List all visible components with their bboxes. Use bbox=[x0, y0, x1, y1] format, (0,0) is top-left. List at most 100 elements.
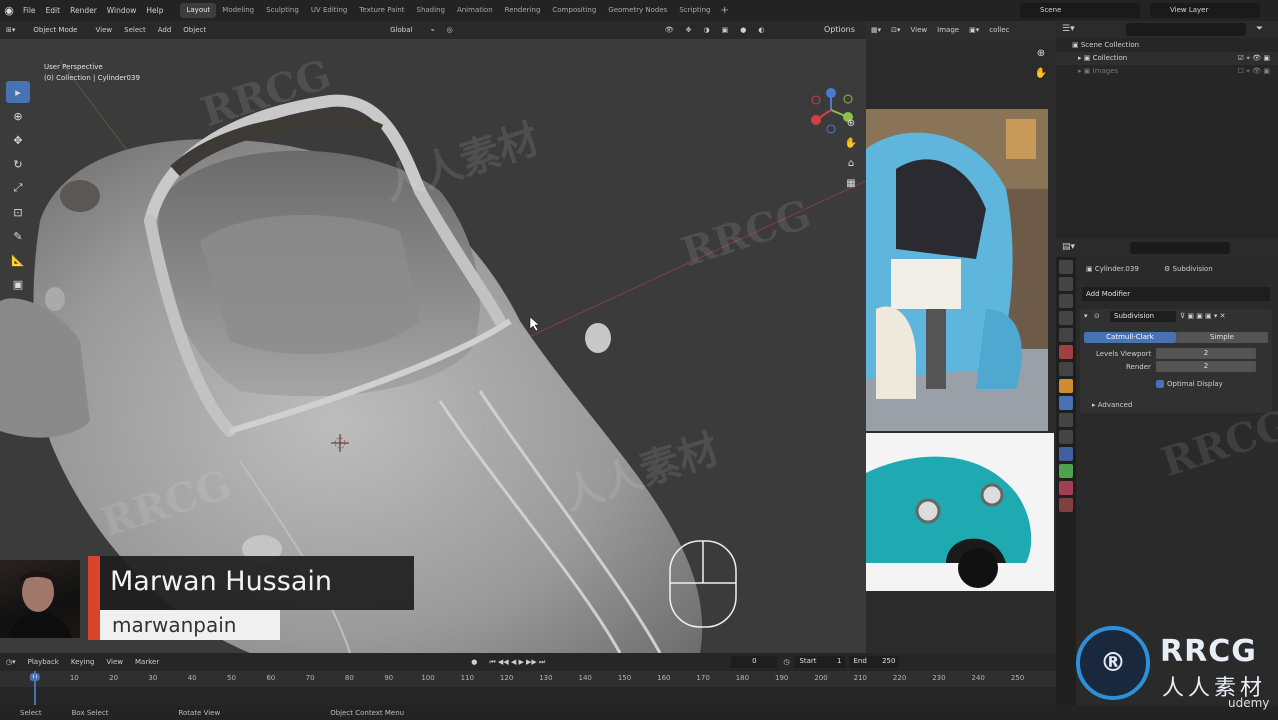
data-tab-icon[interactable] bbox=[1059, 464, 1073, 478]
image-editor-type-icon[interactable]: ▦▾ bbox=[866, 26, 886, 34]
rotate-tool-icon[interactable]: ↻ bbox=[6, 153, 30, 175]
image-pan-icon[interactable]: ✋ bbox=[1034, 67, 1048, 81]
constraints-tab-icon[interactable] bbox=[1059, 447, 1073, 461]
modifier-name-input[interactable]: Subdivision bbox=[1110, 311, 1176, 322]
material-tab-icon[interactable] bbox=[1059, 481, 1073, 495]
transform-tool-icon[interactable]: ⊡ bbox=[6, 201, 30, 223]
timeline-keyframe-area[interactable] bbox=[0, 687, 1056, 705]
vp-menu-object[interactable]: Object bbox=[177, 26, 212, 34]
clock-icon[interactable]: ◷ bbox=[777, 658, 795, 666]
menu-window[interactable]: Window bbox=[102, 6, 142, 15]
vp-menu-select[interactable]: Select bbox=[118, 26, 152, 34]
cursor-tool-icon[interactable]: ⊕ bbox=[6, 105, 30, 127]
timeline-type-icon[interactable]: ◷▾ bbox=[0, 658, 22, 666]
tab-layout[interactable]: Layout bbox=[180, 3, 217, 18]
playback-controls[interactable]: ⏮ ◀◀ ◀ ▶ ▶▶ ⏭ bbox=[483, 658, 551, 667]
tl-menu-keying[interactable]: Keying bbox=[65, 658, 101, 666]
outliner-row[interactable]: ▣ Scene Collection bbox=[1056, 39, 1278, 52]
outliner[interactable]: ☰▾ ⏷ ▣ Scene Collection ▸ ▣ Collection ☑… bbox=[1056, 21, 1278, 239]
modifier-display-toggles[interactable]: ⊽ ▣ ▣ ▣ ▾ ✕ bbox=[1180, 312, 1225, 320]
visibility-toggle-icon[interactable]: ☐ ⌖ 👁 ▣ bbox=[1238, 65, 1270, 78]
collection-tab-icon[interactable] bbox=[1059, 362, 1073, 376]
start-frame-field[interactable]: Start 1 bbox=[795, 656, 846, 668]
options-button[interactable]: Options bbox=[818, 24, 861, 35]
annotate-tool-icon[interactable]: ✎ bbox=[6, 225, 30, 247]
tab-modeling[interactable]: Modeling bbox=[216, 3, 260, 18]
editor-type-icon[interactable]: ⊞▾ bbox=[0, 26, 21, 34]
object-tab-icon[interactable] bbox=[1059, 379, 1073, 393]
checkbox-checked-icon[interactable] bbox=[1156, 380, 1164, 388]
image-mode-icon[interactable]: ⊡▾ bbox=[886, 26, 905, 34]
simple-button[interactable]: Simple bbox=[1176, 332, 1268, 343]
output-tab-icon[interactable] bbox=[1059, 294, 1073, 308]
scale-tool-icon[interactable]: ⤢ bbox=[6, 177, 30, 199]
tab-texture-paint[interactable]: Texture Paint bbox=[353, 3, 410, 18]
image-editor[interactable]: ▦▾ ⊡▾ View Image ▣▾ collec ⊕ ✋ bbox=[866, 21, 1056, 653]
tab-shading[interactable]: Shading bbox=[411, 3, 451, 18]
add-modifier-button[interactable]: Add Modifier bbox=[1082, 287, 1270, 301]
outliner-row[interactable]: ▸ ▣ Collection ☑ ⌖ 👁 ▣ bbox=[1056, 52, 1278, 65]
particles-tab-icon[interactable] bbox=[1059, 413, 1073, 427]
vp-menu-view[interactable]: View bbox=[90, 26, 119, 34]
catmull-clark-button[interactable]: Catmull-Clark bbox=[1084, 332, 1176, 343]
image-name-field[interactable]: collec bbox=[984, 26, 1014, 34]
add-cube-tool-icon[interactable]: ▣ bbox=[6, 273, 30, 295]
menu-file[interactable]: File bbox=[18, 6, 41, 15]
zoom-icon[interactable]: ⊕ bbox=[844, 117, 858, 131]
vp-menu-add[interactable]: Add bbox=[152, 26, 178, 34]
gizmo-toggle-icon[interactable]: ✥ bbox=[680, 26, 698, 34]
timeline[interactable]: ◷▾ Playback Keying View Marker ● ⏮ ◀◀ ◀ … bbox=[0, 653, 1056, 705]
snap-icon[interactable]: ⌁ bbox=[424, 26, 440, 34]
img-menu-view[interactable]: View bbox=[906, 26, 933, 34]
timeline-ruler[interactable]: 0102030405060708090100110120130140150160… bbox=[0, 671, 1056, 687]
world-tab-icon[interactable] bbox=[1059, 345, 1073, 359]
tl-menu-playback[interactable]: Playback bbox=[22, 658, 65, 666]
measure-tool-icon[interactable]: 📐 bbox=[6, 249, 30, 271]
img-menu-image[interactable]: Image bbox=[932, 26, 964, 34]
tab-rendering[interactable]: Rendering bbox=[499, 3, 547, 18]
image-browse-icon[interactable]: ▣▾ bbox=[964, 26, 984, 34]
view-layer-selector[interactable]: View Layer bbox=[1150, 3, 1260, 18]
playhead[interactable] bbox=[34, 671, 36, 705]
select-tool-icon[interactable]: ▸ bbox=[6, 81, 30, 103]
render-tab-icon[interactable] bbox=[1059, 277, 1073, 291]
view-layer-tab-icon[interactable] bbox=[1059, 311, 1073, 325]
visibility-icon[interactable]: 👁 bbox=[659, 26, 680, 34]
camera-icon[interactable]: ⌂ bbox=[844, 157, 858, 171]
levels-viewport-field[interactable]: 2 bbox=[1156, 348, 1256, 359]
outliner-row[interactable]: ▸ ▣ Images ☐ ⌖ 👁 ▣ bbox=[1056, 65, 1278, 78]
mode-selector[interactable]: Object Mode bbox=[21, 25, 89, 35]
filter-icon[interactable]: ⏷ bbox=[1256, 24, 1263, 34]
current-frame-field[interactable]: 0 bbox=[731, 656, 778, 668]
shading-solid-icon[interactable]: ● bbox=[734, 26, 752, 34]
tool-tab-icon[interactable] bbox=[1059, 260, 1073, 274]
tab-compositing[interactable]: Compositing bbox=[546, 3, 602, 18]
tab-sculpting[interactable]: Sculpting bbox=[260, 3, 305, 18]
menu-help[interactable]: Help bbox=[141, 6, 168, 15]
scene-tab-icon[interactable] bbox=[1059, 328, 1073, 342]
properties-type-icon[interactable]: ▤▾ bbox=[1062, 242, 1075, 252]
grid-view-icon[interactable]: ▦ bbox=[844, 177, 858, 191]
tab-scripting[interactable]: Scripting bbox=[673, 3, 716, 18]
image-zoom-icon[interactable]: ⊕ bbox=[1034, 47, 1048, 61]
texture-tab-icon[interactable] bbox=[1059, 498, 1073, 512]
transform-orientation-selector[interactable]: Global bbox=[378, 25, 424, 35]
menu-edit[interactable]: Edit bbox=[41, 6, 66, 15]
tl-menu-view[interactable]: View bbox=[100, 658, 129, 666]
outliner-type-icon[interactable]: ☰▾ bbox=[1062, 24, 1075, 34]
scene-selector[interactable]: Scene bbox=[1020, 3, 1140, 18]
advanced-subpanel[interactable]: ▸ Advanced bbox=[1092, 401, 1132, 409]
blender-logo-icon[interactable]: ◉ bbox=[0, 0, 18, 21]
physics-tab-icon[interactable] bbox=[1059, 430, 1073, 444]
add-workspace-icon[interactable]: + bbox=[716, 5, 732, 16]
render-levels-field[interactable]: 2 bbox=[1156, 361, 1256, 372]
optimal-display-checkbox[interactable]: Optimal Display bbox=[1156, 380, 1223, 388]
xray-icon[interactable]: ▣ bbox=[716, 26, 735, 34]
visibility-toggle-icon[interactable]: ☑ ⌖ 👁 ▣ bbox=[1238, 52, 1270, 65]
collapse-arrow-icon[interactable]: ▾ bbox=[1084, 312, 1088, 320]
tl-menu-marker[interactable]: Marker bbox=[129, 658, 165, 666]
outliner-search-input[interactable] bbox=[1126, 23, 1246, 36]
move-tool-icon[interactable]: ✥ bbox=[6, 129, 30, 151]
tab-animation[interactable]: Animation bbox=[451, 3, 499, 18]
tab-geometry-nodes[interactable]: Geometry Nodes bbox=[602, 3, 673, 18]
